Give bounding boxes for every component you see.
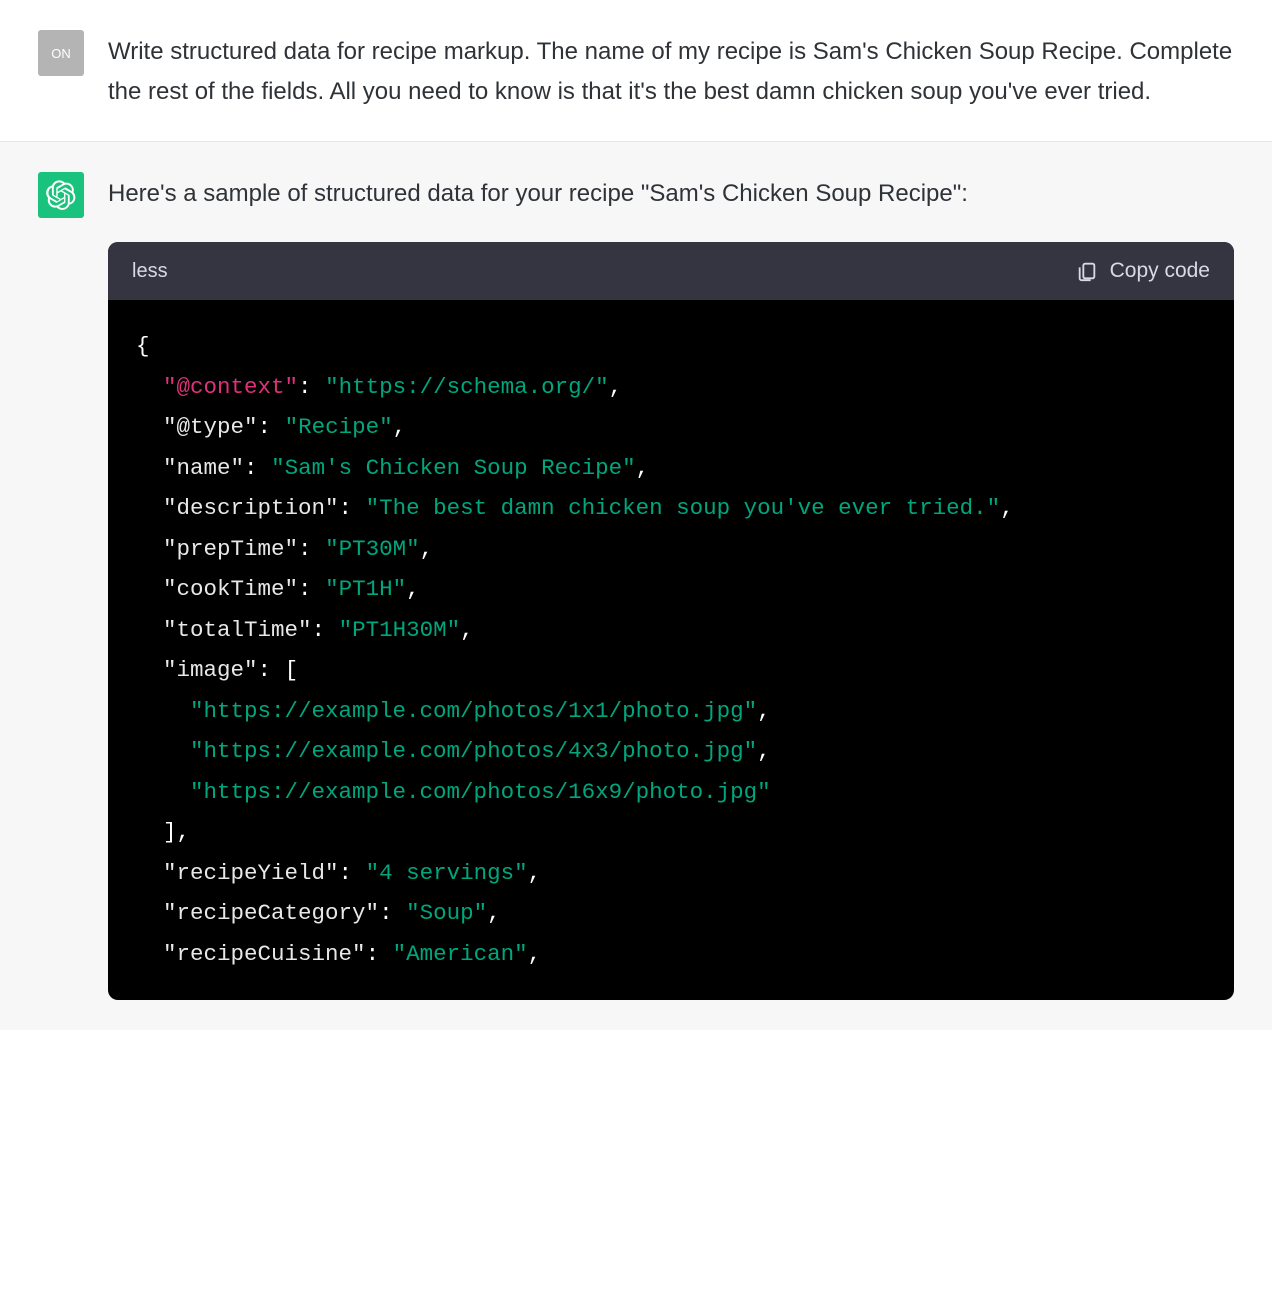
assistant-message-text: Here's a sample of structured data for y… — [108, 174, 1234, 214]
code-header: less Copy code — [108, 242, 1234, 301]
clipboard-icon — [1076, 260, 1098, 282]
openai-logo-icon — [46, 180, 76, 210]
code-language-label: less — [132, 255, 168, 288]
assistant-message-row: Here's a sample of structured data for y… — [0, 141, 1272, 1030]
copy-code-label: Copy code — [1110, 254, 1210, 289]
user-message-row: ON Write structured data for recipe mark… — [0, 0, 1272, 141]
user-avatar: ON — [38, 30, 84, 76]
code-body[interactable]: { "@context": "https://schema.org/", "@t… — [108, 300, 1234, 1000]
assistant-avatar — [38, 172, 84, 218]
code-block: less Copy code { "@context": "https://sc… — [108, 242, 1234, 1001]
copy-code-button[interactable]: Copy code — [1076, 254, 1210, 289]
user-avatar-label: ON — [51, 46, 71, 61]
assistant-content: Here's a sample of structured data for y… — [108, 172, 1234, 1000]
user-message-text: Write structured data for recipe markup.… — [108, 30, 1234, 111]
